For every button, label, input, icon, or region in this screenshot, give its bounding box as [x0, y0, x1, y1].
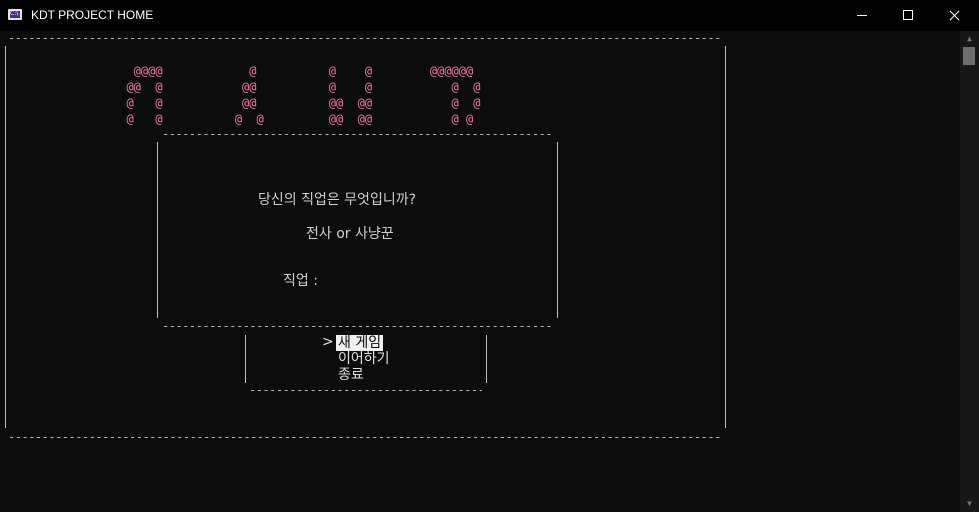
outer-frame-right: [725, 46, 726, 428]
menu-cursor: >: [322, 334, 334, 350]
menu-item-new-game[interactable]: 새 게임: [336, 335, 384, 351]
menu-item-exit[interactable]: 종료: [338, 367, 364, 383]
window-title: KDT PROJECT HOME: [31, 8, 154, 22]
close-button[interactable]: [931, 0, 977, 31]
banner-row: @@ @ @@ @ @ @ @: [112, 80, 481, 94]
banner-row: @@@@ @ @ @ @@@@@@: [112, 64, 474, 78]
title-bar: KDT PROJECT HOME: [0, 0, 979, 31]
menu-frame-left: [245, 335, 246, 383]
maximize-button[interactable]: [885, 0, 931, 31]
job-input-label: 직업 :: [283, 273, 318, 289]
dialog-frame-left: [157, 142, 158, 318]
scroll-down-icon[interactable]: ▼: [960, 496, 979, 512]
menu-frame-right: [486, 335, 487, 383]
outer-frame-left: [5, 46, 6, 428]
scroll-thumb[interactable]: [963, 47, 975, 65]
console-icon: [8, 9, 22, 20]
menu-frame-bottom: ----------------------------------------…: [249, 385, 482, 395]
dialog-frame-bottom: ----------------------------------------…: [162, 321, 554, 331]
banner-row: @ @ @ @ @@ @@ @ @: [112, 112, 474, 126]
dialog-frame-top: ----------------------------------------…: [162, 129, 554, 139]
job-question: 당신의 직업은 무엇입니까?: [258, 192, 417, 208]
outer-frame-top: ----------------------------------------…: [8, 33, 723, 43]
vertical-scrollbar[interactable]: ▲ ▼: [960, 31, 979, 512]
job-input-field[interactable]: [332, 270, 532, 288]
outer-frame-bottom: ----------------------------------------…: [8, 432, 723, 442]
minimize-button[interactable]: [839, 0, 885, 31]
menu-item-continue[interactable]: 이어하기: [338, 351, 390, 367]
banner-row: @ @ @@ @@ @@ @ @: [112, 96, 481, 110]
dialog-frame-right: [557, 142, 558, 318]
scroll-up-icon[interactable]: ▲: [960, 31, 979, 47]
job-options: 전사 or 사냥꾼: [306, 226, 394, 242]
